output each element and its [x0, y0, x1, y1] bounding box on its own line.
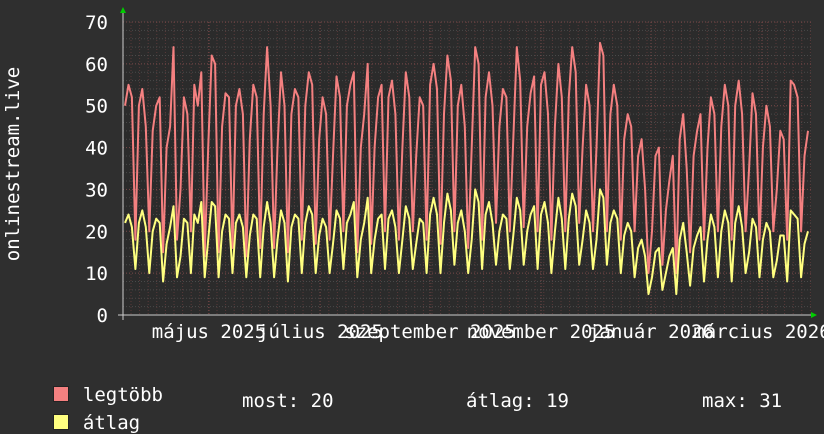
y-axis-label: onlinestream.live [2, 67, 24, 261]
y-axis-arrow [120, 7, 126, 13]
legend-item-avg: átlag [30, 390, 140, 434]
y-tick-label: 10 [85, 263, 108, 285]
y-tick-label: 20 [85, 221, 108, 243]
y-tick-labels: 0 10 20 30 40 50 60 70 [85, 12, 108, 327]
y-tick-label: 30 [85, 179, 108, 201]
legend-swatch-avg [52, 414, 69, 430]
stat-max: max: 31 [702, 390, 783, 412]
legend-label-avg: átlag [82, 412, 141, 434]
y-tick-label: 60 [85, 54, 108, 76]
x-tick-labels: május 2025július 2025szeptember 2025nove… [152, 321, 824, 343]
y-tick-label: 0 [97, 305, 108, 327]
y-tick-label: 40 [85, 138, 108, 160]
x-tick-label: március 2026 [693, 321, 824, 343]
y-tick-label: 50 [85, 96, 108, 118]
x-tick-label: május 2025 [152, 321, 266, 343]
plot-background [123, 22, 811, 315]
chart: 0 10 20 30 40 50 60 70 május 2025július 2025sze… [2, 7, 824, 343]
stat-current: most: 20 [242, 390, 334, 412]
y-tick-label: 70 [85, 12, 108, 34]
x-axis-arrow [811, 312, 817, 318]
stat-average: átlag: 19 [466, 390, 569, 412]
